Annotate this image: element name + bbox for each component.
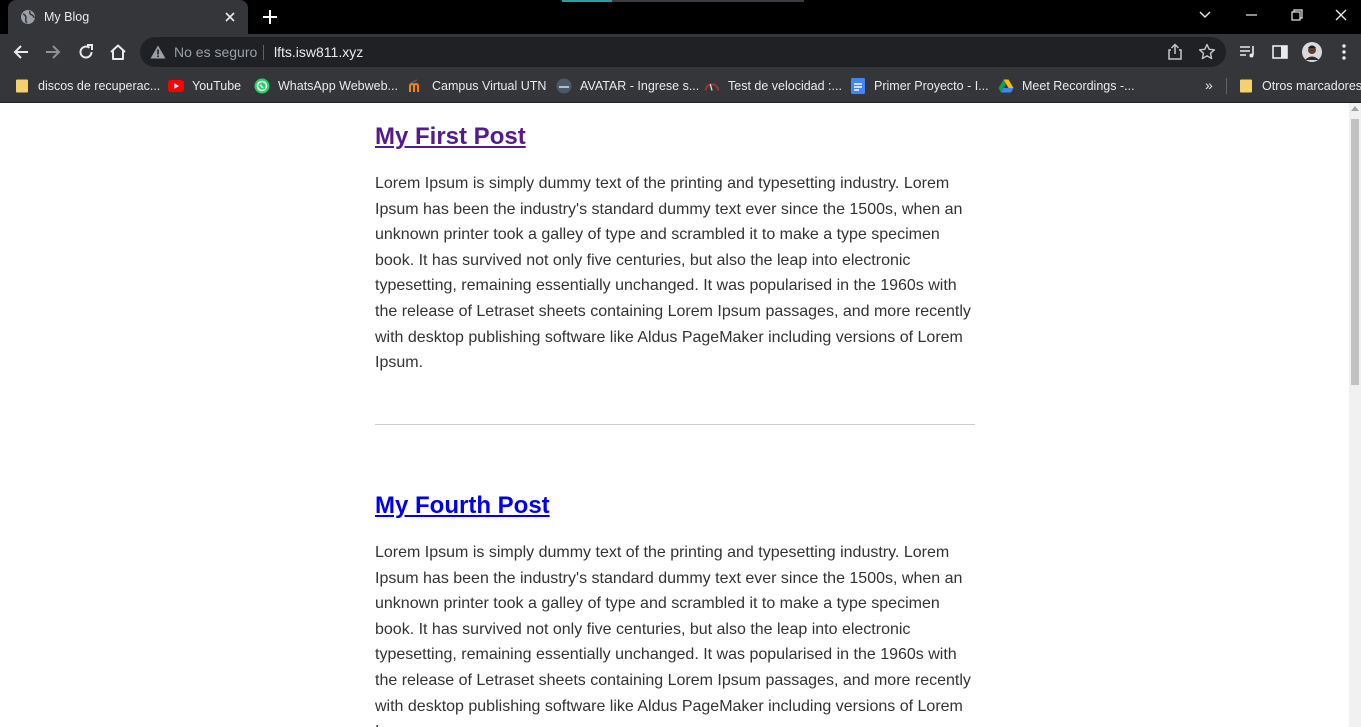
browser-toolbar: No es seguro lfts.isw811.xyz <box>0 34 1361 70</box>
bookmarks-overflow-button[interactable]: » <box>1205 77 1213 93</box>
post-title-link[interactable]: My Fourth Post <box>375 492 975 520</box>
bookmark-label: Meet Recordings -... <box>1022 79 1135 93</box>
tab-search-button[interactable] <box>1182 0 1228 30</box>
bookmark-label: Test de velocidad :... <box>728 79 842 93</box>
close-window-button[interactable] <box>1318 0 1361 30</box>
bookmark-avatar[interactable]: AVATAR - Ingrese s... <box>556 76 699 96</box>
close-tab-icon[interactable] <box>220 7 240 27</box>
post-2: My Fourth Post Lorem Ipsum is simply dum… <box>375 492 975 727</box>
whatsapp-icon <box>254 78 270 94</box>
profile-avatar[interactable] <box>1302 42 1322 62</box>
home-button[interactable] <box>104 37 132 67</box>
bookmark-label: Campus Virtual UTN <box>432 79 547 93</box>
globe-icon <box>20 9 36 25</box>
new-tab-button[interactable] <box>258 6 282 28</box>
post-divider <box>375 424 975 425</box>
menu-kebab-icon[interactable] <box>1334 42 1354 62</box>
minimize-button[interactable] <box>1228 0 1274 30</box>
address-separator <box>263 45 264 60</box>
url-text[interactable]: lfts.isw811.xyz <box>274 44 363 60</box>
page-viewport: My First Post Lorem Ipsum is simply dumm… <box>0 103 1349 727</box>
scroll-up-arrow-icon[interactable] <box>1351 106 1359 111</box>
post-title-link[interactable]: My First Post <box>375 123 975 151</box>
bookmark-whatsapp[interactable]: WhatsApp Webweb... <box>254 76 398 96</box>
moodle-icon <box>408 78 424 94</box>
bookmark-label: Primer Proyecto - I... <box>874 79 989 93</box>
media-control-icon[interactable] <box>1238 42 1258 62</box>
other-bookmarks-label: Otros marcadores <box>1262 79 1361 93</box>
bookmark-primer-proyecto[interactable]: Primer Proyecto - I... <box>850 76 989 96</box>
side-panel-icon[interactable] <box>1270 42 1290 62</box>
tab-title: My Blog <box>44 10 90 24</box>
forward-button[interactable] <box>39 37 67 67</box>
bookmark-campus-virtual[interactable]: Campus Virtual UTN <box>408 76 546 96</box>
bookmark-test-velocidad[interactable]: Test de velocidad :... <box>704 76 842 96</box>
avatar-site-icon <box>556 78 572 94</box>
folder-icon <box>14 78 30 94</box>
folder-icon <box>1238 78 1254 94</box>
security-status-text[interactable]: No es seguro <box>174 44 257 60</box>
speedometer-icon <box>704 78 720 94</box>
bookmark-label: YouTube <box>192 79 242 93</box>
vertical-scrollbar[interactable] <box>1349 103 1361 727</box>
bookmarks-separator <box>1226 78 1227 94</box>
bookmark-label: WhatsApp Webweb... <box>278 79 398 93</box>
warning-icon[interactable] <box>150 45 166 59</box>
post-1: My First Post Lorem Ipsum is simply dumm… <box>375 123 975 376</box>
share-icon[interactable] <box>1166 43 1184 61</box>
post-body: Lorem Ipsum is simply dummy text of the … <box>375 175 971 372</box>
google-drive-icon <box>998 78 1014 94</box>
google-docs-icon <box>850 78 866 94</box>
bookmark-label: AVATAR - Ingrese s... <box>580 79 700 93</box>
post-body: Lorem Ipsum is simply dummy text of the … <box>375 544 971 727</box>
other-bookmarks-folder[interactable]: Otros marcadores <box>1238 76 1361 96</box>
scrollbar-thumb[interactable] <box>1351 119 1359 385</box>
bookmarks-bar: discos de recuperac... YouTube WhatsApp … <box>0 70 1361 103</box>
bookmark-discos[interactable]: discos de recuperac... <box>14 76 160 96</box>
bookmark-star-icon[interactable] <box>1198 43 1216 61</box>
tab-strip-indicator <box>562 0 804 2</box>
bookmark-label: discos de recuperac... <box>38 79 161 93</box>
youtube-icon <box>168 78 184 94</box>
restore-button[interactable] <box>1274 0 1320 30</box>
tab-my-blog[interactable]: My Blog <box>8 0 248 34</box>
back-button[interactable] <box>7 37 35 67</box>
address-bar[interactable]: No es seguro lfts.isw811.xyz <box>140 37 1226 67</box>
reload-button[interactable] <box>72 37 100 67</box>
bookmark-youtube[interactable]: YouTube <box>168 76 241 96</box>
tab-strip: My Blog <box>0 0 1361 34</box>
bookmark-meet-recordings[interactable]: Meet Recordings -... <box>998 76 1135 96</box>
